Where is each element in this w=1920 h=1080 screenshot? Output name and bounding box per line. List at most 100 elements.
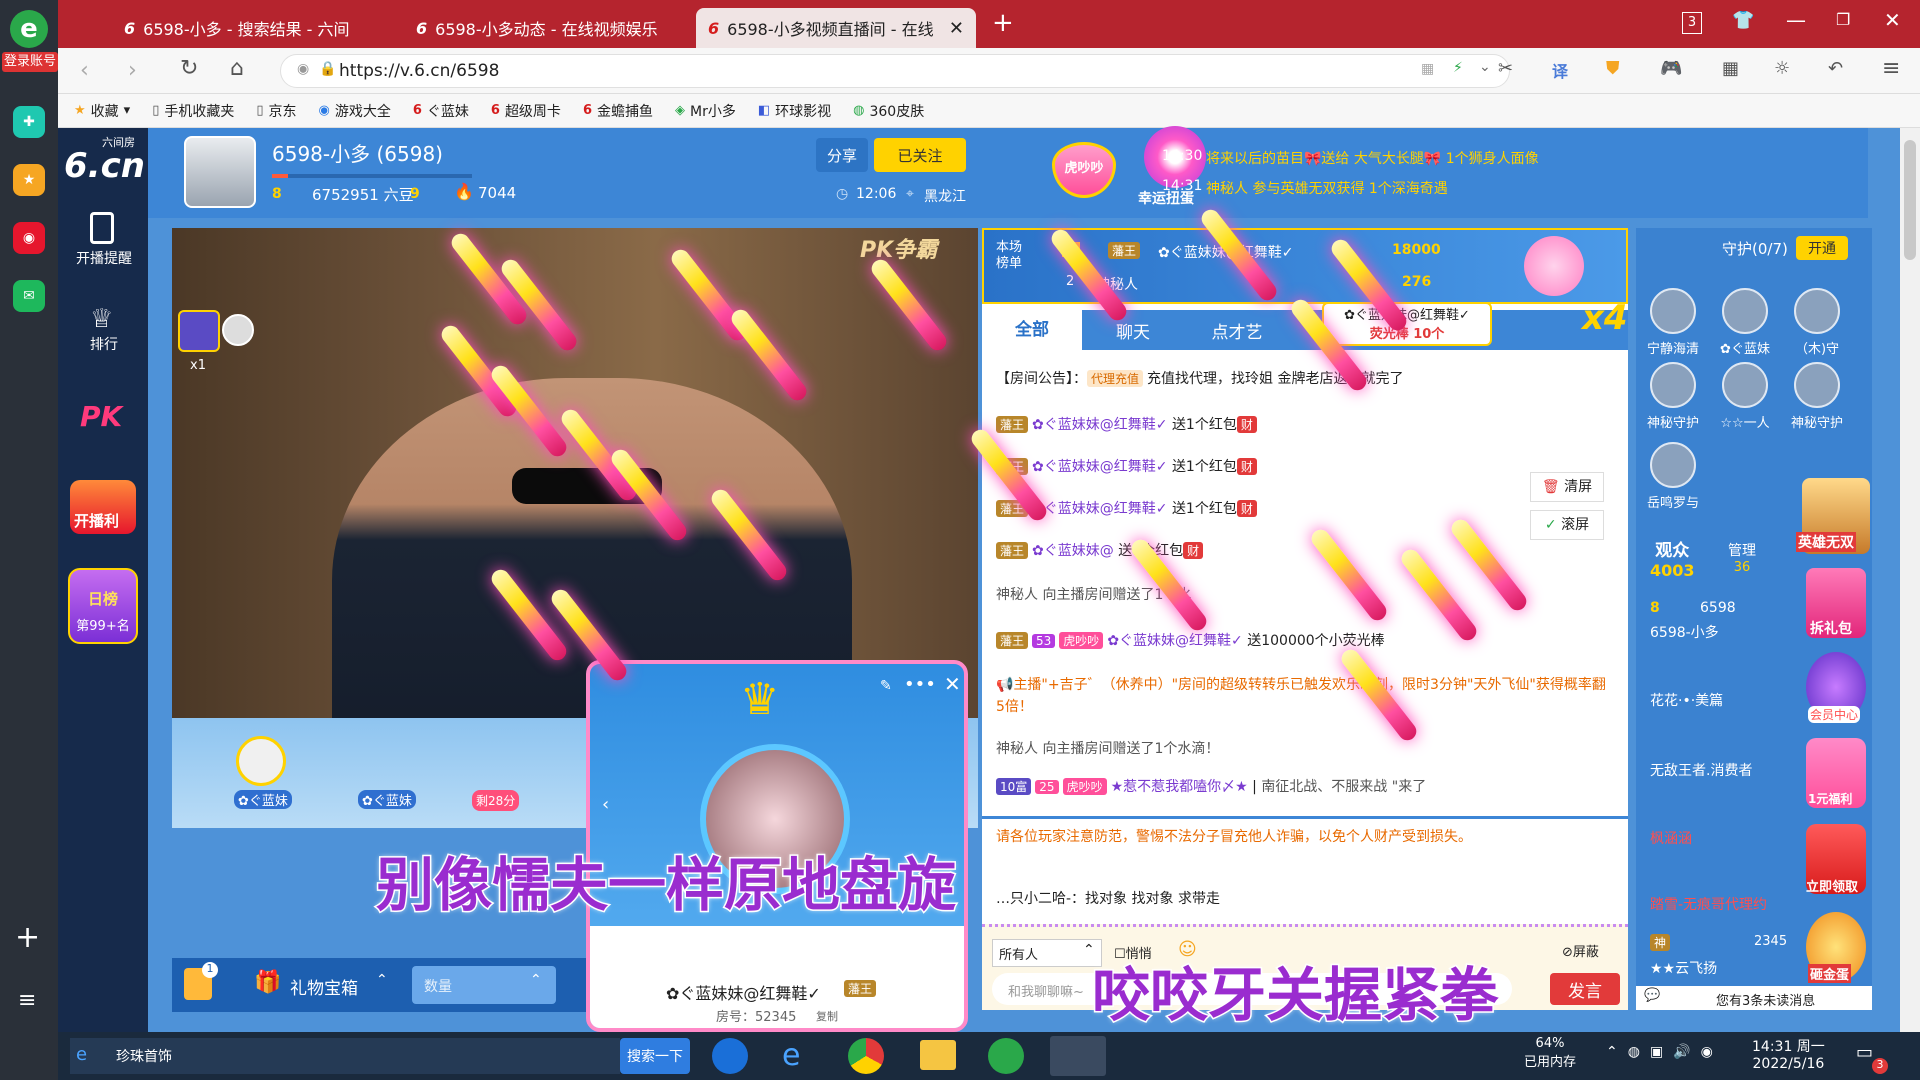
ranking-link[interactable]: 排行 bbox=[64, 334, 144, 354]
viewer-name[interactable]: ★★云飞扬 bbox=[1650, 958, 1717, 978]
chevron-up-icon[interactable]: ⌃ bbox=[530, 972, 542, 988]
chevron-up-icon[interactable]: ⌃ bbox=[376, 972, 388, 988]
home-icon[interactable]: ⌂ bbox=[230, 56, 244, 81]
taskbar-browser-task[interactable]: e 珍珠首饰 bbox=[70, 1038, 620, 1074]
mail-icon[interactable]: ✉ bbox=[13, 280, 45, 312]
grid-icon[interactable]: ▦ bbox=[1722, 58, 1739, 79]
guard-member[interactable]: 神秘守护 bbox=[1642, 362, 1704, 431]
search-button[interactable]: 搜索一下 bbox=[620, 1038, 690, 1074]
guard-member[interactable]: ✿ぐ蓝妹 bbox=[1714, 288, 1776, 357]
start-stream-promo[interactable]: 开播利 bbox=[70, 480, 136, 534]
message-user[interactable]: ★惹不惹我都嗑你〆★ bbox=[1111, 779, 1248, 795]
scrollbar-thumb[interactable] bbox=[1904, 140, 1916, 260]
page-scrollbar[interactable] bbox=[1900, 128, 1920, 1032]
close-icon[interactable]: ✕ bbox=[949, 18, 964, 39]
pk-icon[interactable]: PK bbox=[80, 400, 122, 433]
tab-chat[interactable]: 聊天 bbox=[1088, 318, 1178, 343]
block-button[interactable]: ⊘屏蔽 bbox=[1562, 941, 1599, 960]
chevron-down-icon[interactable]: ⌄ bbox=[1479, 59, 1491, 75]
bookmark-lanmei[interactable]: 6 ぐ蓝妹 bbox=[413, 101, 469, 121]
agent-tag[interactable]: 代理充值 bbox=[1087, 370, 1144, 387]
guard-member[interactable]: 神秘守护 bbox=[1786, 362, 1848, 431]
chevron-left-icon[interactable]: ‹ bbox=[602, 794, 609, 815]
self-name[interactable]: 6598-小多 bbox=[1650, 622, 1719, 642]
tab-talent[interactable]: 点才艺 bbox=[1192, 318, 1282, 343]
more-icon[interactable]: ••• bbox=[904, 674, 936, 695]
gift-chest-button[interactable]: 礼物宝箱 bbox=[290, 974, 358, 999]
message-user[interactable]: ✿ぐ蓝妹妹@红舞鞋✓ bbox=[1032, 501, 1167, 517]
magic-wand-icon[interactable]: ✎ bbox=[880, 678, 892, 694]
hero-promo[interactable]: 英雄无双 bbox=[1796, 478, 1870, 554]
message-user[interactable]: ✿ぐ蓝妹妹@ bbox=[1032, 543, 1114, 559]
bookmark-mobile[interactable]: ▯ 手机收藏夹 bbox=[152, 101, 234, 121]
member-center-button[interactable]: 会员中心 bbox=[1806, 652, 1866, 723]
copy-link[interactable]: 复制 bbox=[816, 1008, 838, 1024]
minimize-icon[interactable]: — bbox=[1786, 8, 1806, 32]
close-icon[interactable]: ✕ bbox=[944, 672, 961, 696]
rank2-name[interactable]: 神秘人 bbox=[1096, 274, 1138, 294]
rider-avatar-1[interactable] bbox=[236, 736, 286, 786]
login-button[interactable]: 登录账号 bbox=[2, 52, 58, 72]
viewer-name[interactable]: 无敌王者.消费者 bbox=[1650, 760, 1752, 780]
crown-icon[interactable]: ♕ bbox=[90, 304, 113, 334]
send-button[interactable]: 发言 bbox=[1550, 973, 1620, 1005]
gift-pack-button[interactable]: 拆礼包 bbox=[1806, 568, 1866, 638]
notification-icon[interactable]: ▭ bbox=[1856, 1042, 1873, 1063]
rank1-name[interactable]: ✿ぐ蓝妹妹@红舞鞋✓ bbox=[1158, 242, 1293, 262]
tab-live-room[interactable]: 6 6598-小多视频直播间 - 在线 ✕ bbox=[696, 8, 976, 48]
star-app-icon[interactable]: ★ bbox=[13, 164, 45, 196]
site-logo[interactable]: 六间房 6.cn bbox=[64, 134, 145, 186]
tab-all[interactable]: 全部 bbox=[982, 310, 1082, 350]
receive-button[interactable]: 立即领取 bbox=[1806, 824, 1866, 895]
new-tab-button[interactable]: + bbox=[992, 8, 1014, 38]
guard-member[interactable]: 宁静海清 bbox=[1642, 288, 1704, 357]
bookmark-360-skin[interactable]: ◍ 360皮肤 bbox=[853, 101, 924, 121]
rank-title[interactable]: 本场榜单 bbox=[996, 240, 1026, 272]
restore-icon[interactable]: ❐ bbox=[1836, 10, 1850, 29]
reload-icon[interactable]: ↻ bbox=[180, 56, 198, 81]
chrome-icon[interactable] bbox=[848, 1038, 884, 1074]
message-user[interactable]: ✿ぐ蓝妹妹@红舞鞋✓ bbox=[1032, 417, 1167, 433]
forward-icon[interactable]: › bbox=[128, 58, 137, 83]
open-guard-button[interactable]: 开通 bbox=[1796, 236, 1848, 260]
game-icon[interactable]: 🎮 bbox=[1660, 58, 1682, 79]
window-count-badge[interactable]: 3 bbox=[1682, 12, 1702, 34]
manage-tab[interactable]: 管理 36 bbox=[1728, 540, 1756, 575]
menu-icon[interactable]: ≡ bbox=[1882, 56, 1900, 81]
back-icon[interactable]: ‹ bbox=[80, 58, 89, 83]
memory-usage[interactable]: 64% 已用内存 bbox=[1524, 1036, 1576, 1070]
heart-badge[interactable]: 虎吵吵 bbox=[1052, 142, 1116, 198]
guard-member[interactable]: （木)守 bbox=[1786, 288, 1848, 357]
list-icon[interactable]: ≡ bbox=[18, 988, 36, 1013]
browser-logo-icon[interactable]: e bbox=[10, 10, 48, 48]
tab-search-results[interactable]: 6 6598-小多 - 搜索结果 - 六间 bbox=[112, 8, 402, 48]
welfare-button[interactable]: 1元福利 bbox=[1806, 738, 1866, 808]
plane-app-icon[interactable]: ✚ bbox=[13, 106, 45, 138]
shirt-icon[interactable]: 👕 bbox=[1732, 10, 1754, 31]
bookmark-mrxiaoduo[interactable]: ◈ Mr小多 bbox=[675, 101, 736, 121]
weibo-icon[interactable]: ◉ bbox=[13, 222, 45, 254]
viewer-name[interactable]: 枫涵涵 bbox=[1650, 828, 1692, 848]
bookmark-favorites[interactable]: ★ 收藏 ▾ bbox=[74, 101, 130, 121]
audience-tab[interactable]: 观众 4003 bbox=[1650, 536, 1695, 580]
share-button[interactable]: 分享 bbox=[816, 138, 868, 172]
phone-icon[interactable] bbox=[90, 212, 114, 244]
viewer-avatar[interactable] bbox=[222, 314, 254, 346]
guard-member[interactable]: ☆☆一人 bbox=[1714, 362, 1776, 431]
lightning-icon[interactable]: ⚡ bbox=[1453, 60, 1463, 76]
guard-avatar[interactable] bbox=[178, 310, 220, 352]
stream-reminder[interactable]: 开播提醒 bbox=[64, 248, 144, 268]
viewer-name[interactable]: 花花·•·美篇 bbox=[1650, 690, 1723, 710]
lucky-capsule-button[interactable] bbox=[944, 128, 1010, 194]
viewer-name[interactable]: 踏雪-无痕哥代理约 bbox=[1650, 894, 1767, 914]
bookmark-weekly[interactable]: 6 超级周卡 bbox=[491, 101, 561, 121]
shield-icon[interactable]: ⛊ bbox=[1606, 58, 1620, 79]
plus-icon[interactable]: + bbox=[15, 920, 40, 955]
scissors-icon[interactable]: ✂ bbox=[1498, 58, 1513, 79]
clock[interactable]: 14:31 周一 2022/5/16 bbox=[1752, 1036, 1825, 1072]
golden-egg-button[interactable]: 砸金蛋 bbox=[1806, 912, 1866, 983]
audience-select[interactable]: 所有人 ⌃ bbox=[992, 939, 1102, 967]
qr-icon[interactable]: ▦ bbox=[1421, 61, 1434, 77]
avatar[interactable] bbox=[184, 136, 256, 208]
bookmark-jd[interactable]: ▯ 京东 bbox=[256, 101, 296, 121]
